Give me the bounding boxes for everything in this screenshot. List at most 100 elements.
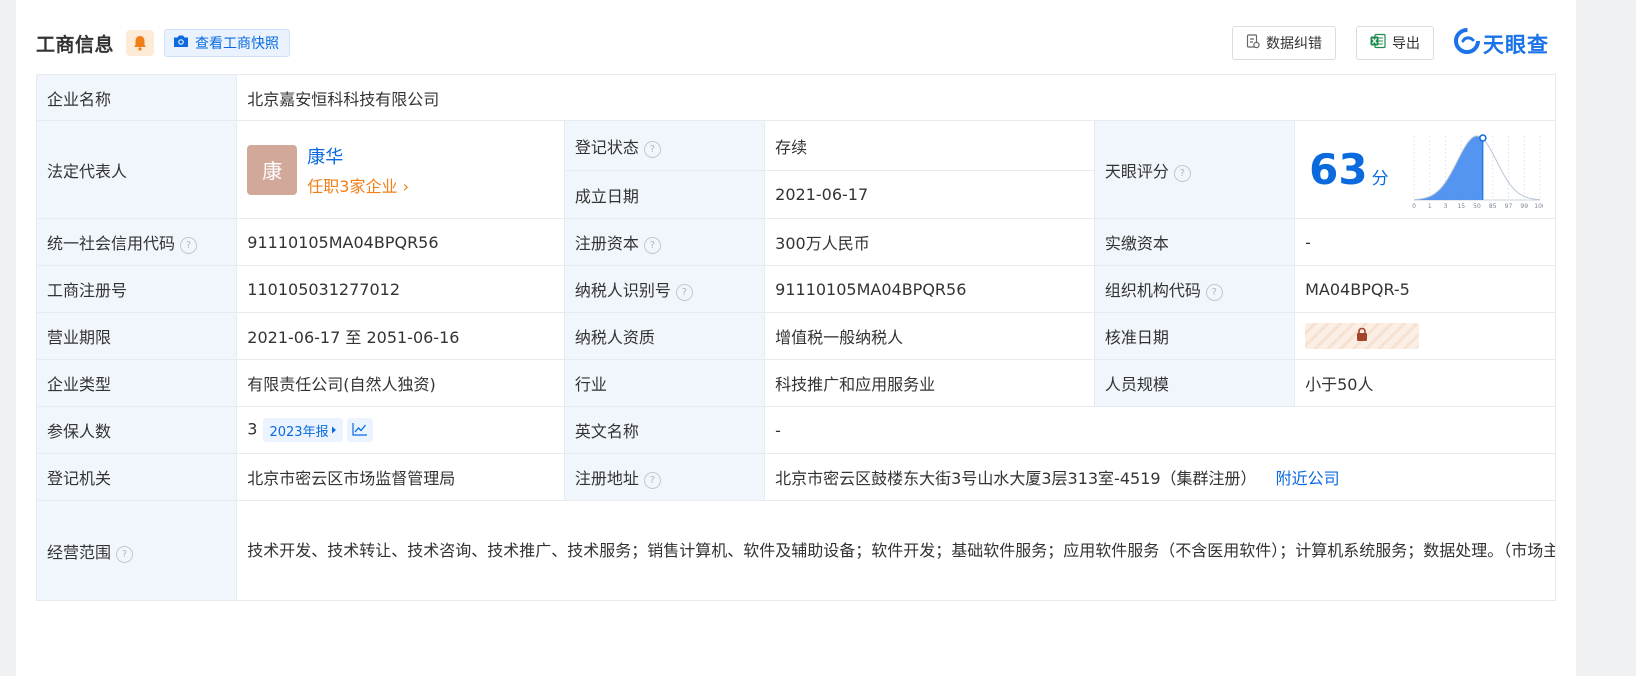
legal-rep-positions-text: 任职3家企业	[307, 176, 398, 196]
paid-capital-value: -	[1294, 218, 1556, 266]
chart-tick-label: 99	[1521, 203, 1529, 210]
table-row: 营业期限 2021-06-17 至 2051-06-16 纳税人资质 增值税一般…	[35, 312, 1556, 360]
scope-value: 技术开发、技术转让、技术咨询、技术推广、技术服务；销售计算机、软件及辅助设备；软…	[236, 500, 1556, 601]
trend-chart-button[interactable]	[346, 418, 373, 442]
legal-rep-positions-link[interactable]: 任职3家企业 ›	[307, 173, 409, 197]
registered-capital-label: 注册资本?	[563, 218, 766, 266]
section-header: 工商信息 查看工商快照 数据纠错 导出 天眼查	[36, 26, 1556, 62]
data-correction-button[interactable]: 数据纠错	[1232, 26, 1336, 60]
reg-number-value: 110105031277012	[236, 265, 565, 313]
export-button[interactable]: 导出	[1356, 26, 1434, 60]
help-icon[interactable]: ?	[116, 545, 134, 563]
view-snapshot-button[interactable]: 查看工商快照	[164, 29, 290, 57]
table-row: 企业名称 北京嘉安恒科科技有限公司	[35, 74, 1556, 121]
annual-report-badge[interactable]: 2023年报	[263, 418, 343, 442]
section-title: 工商信息	[36, 34, 115, 56]
chart-tick-label: 97	[1505, 203, 1513, 210]
insured-cell: 3 2023年报	[236, 406, 565, 454]
authority-value: 北京市密云区市场监督管理局	[236, 453, 565, 501]
view-snapshot-label: 查看工商快照	[195, 36, 279, 52]
company-type-value: 有限责任公司(自然人独资)	[236, 359, 565, 407]
industry-label: 行业	[563, 359, 766, 407]
registered-capital-label-text: 注册资本	[574, 234, 639, 253]
chart-tick-label: 85	[1489, 203, 1497, 210]
chart-tick-label: 15	[1458, 203, 1466, 210]
credit-code-label-text: 统一社会信用代码	[47, 234, 176, 253]
table-row: 企业类型 有限责任公司(自然人独资) 行业 科技推广和应用服务业 人员规模 小于…	[35, 359, 1556, 407]
insured-value: 3	[247, 419, 258, 439]
help-icon[interactable]: ?	[675, 284, 693, 301]
founded-value: 2021-06-17	[764, 170, 1095, 219]
chart-tick-label: 100	[1534, 203, 1543, 210]
address-cell: 北京市密云区鼓楼东大街3号山水大厦3层313室-4519（集群注册） 附近公司	[764, 453, 1556, 501]
data-correction-label: 数据纠错	[1266, 36, 1322, 52]
export-label: 导出	[1392, 36, 1420, 52]
founded-label: 成立日期	[563, 170, 766, 219]
company-type-label: 企业类型	[35, 359, 238, 407]
reg-status-label-text: 登记状态	[574, 137, 639, 157]
locked-value[interactable]	[1305, 323, 1420, 349]
scope-label: 经营范围?	[35, 500, 238, 601]
nearby-companies-link[interactable]: 附近公司	[1276, 469, 1340, 488]
term-value: 2021-06-17 至 2051-06-16	[236, 312, 565, 360]
score-marker	[1479, 133, 1487, 142]
approval-date-label: 核准日期	[1093, 312, 1296, 360]
company-name-label: 企业名称	[35, 74, 238, 121]
paid-capital-label: 实缴资本	[1093, 218, 1296, 266]
legal-rep-cell: 康 康华 任职3家企业 ›	[236, 120, 565, 219]
table-row: 经营范围? 技术开发、技术转让、技术咨询、技术推广、技术服务；销售计算机、软件及…	[35, 500, 1556, 601]
avatar[interactable]: 康	[247, 144, 298, 195]
staff-size-label: 人员规模	[1093, 359, 1296, 407]
org-code-label: 组织机构代码?	[1093, 265, 1296, 313]
chart-tick-label: 50	[1473, 203, 1481, 210]
address-label: 注册地址?	[563, 453, 766, 501]
term-label: 营业期限	[35, 312, 238, 360]
industry-value: 科技推广和应用服务业	[764, 359, 1095, 407]
help-icon[interactable]: ?	[1173, 164, 1191, 182]
reg-status-value: 存续	[764, 120, 1095, 171]
help-icon[interactable]: ?	[643, 140, 661, 158]
table-row: 登记机关 北京市密云区市场监督管理局 注册地址? 北京市密云区鼓楼东大街3号山水…	[35, 453, 1556, 501]
staff-size-value: 小于50人	[1294, 359, 1556, 407]
reg-status-label: 登记状态?	[563, 120, 766, 171]
camera-icon	[173, 34, 189, 52]
legal-rep-name-link[interactable]: 康华	[307, 143, 409, 169]
english-name-label: 英文名称	[563, 406, 766, 454]
taxpayer-id-label: 纳税人识别号?	[563, 265, 766, 313]
help-icon[interactable]: ?	[1205, 284, 1223, 301]
taxpayer-qual-value: 增值税一般纳税人	[764, 312, 1095, 360]
tianyancha-logo-icon	[1454, 28, 1480, 59]
help-icon[interactable]: ?	[643, 237, 661, 254]
company-name-value: 北京嘉安恒科科技有限公司	[236, 74, 1556, 121]
org-code-label-text: 组织机构代码	[1104, 281, 1201, 300]
caret-right-icon	[331, 423, 337, 438]
score-distribution-chart: 0 1 3 15 50 85 97 99 100	[1412, 133, 1543, 210]
taxpayer-id-value: 91110105MA04BPQR56	[764, 265, 1095, 313]
tianyan-score-cell[interactable]: 63分 0 1 3 15 50 85 97 99 100	[1294, 120, 1556, 219]
chevron-right-icon: ›	[402, 176, 409, 196]
table-row: 统一社会信用代码? 91110105MA04BPQR56 注册资本? 300万人…	[35, 218, 1556, 266]
taxpayer-qual-label: 纳税人资质	[563, 312, 766, 360]
chart-tick-label: 0	[1412, 203, 1416, 210]
chart-tick-label: 1	[1428, 203, 1432, 210]
credit-code-value: 91110105MA04BPQR56	[236, 218, 565, 266]
registered-capital-value: 300万人民币	[764, 218, 1095, 266]
address-value: 北京市密云区鼓楼东大街3号山水大厦3层313室-4519（集群注册）	[775, 469, 1257, 488]
scope-label-text: 经营范围	[47, 542, 112, 562]
tianyancha-logo: 天眼查	[1454, 28, 1549, 59]
excel-icon	[1370, 33, 1386, 53]
lock-icon	[1355, 327, 1369, 346]
reg-number-label: 工商注册号	[35, 265, 238, 313]
annual-report-label: 2023年报	[269, 424, 329, 440]
insured-label: 参保人数	[35, 406, 238, 454]
help-icon[interactable]: ?	[643, 472, 661, 489]
tianyan-score-label: 天眼评分?	[1093, 120, 1296, 219]
edit-document-icon	[1246, 33, 1260, 53]
taxpayer-id-label-text: 纳税人识别号	[574, 281, 671, 300]
tianyan-score-label-text: 天眼评分	[1104, 161, 1169, 181]
authority-label: 登记机关	[35, 453, 238, 501]
bell-icon[interactable]	[126, 30, 154, 56]
table-row: 法定代表人 康 康华 任职3家企业 › 登记状态? 存续 天眼评分? 63分	[35, 120, 1556, 219]
table-row: 参保人数 3 2023年报 英文名称 -	[35, 406, 1556, 454]
help-icon[interactable]: ?	[180, 237, 198, 254]
